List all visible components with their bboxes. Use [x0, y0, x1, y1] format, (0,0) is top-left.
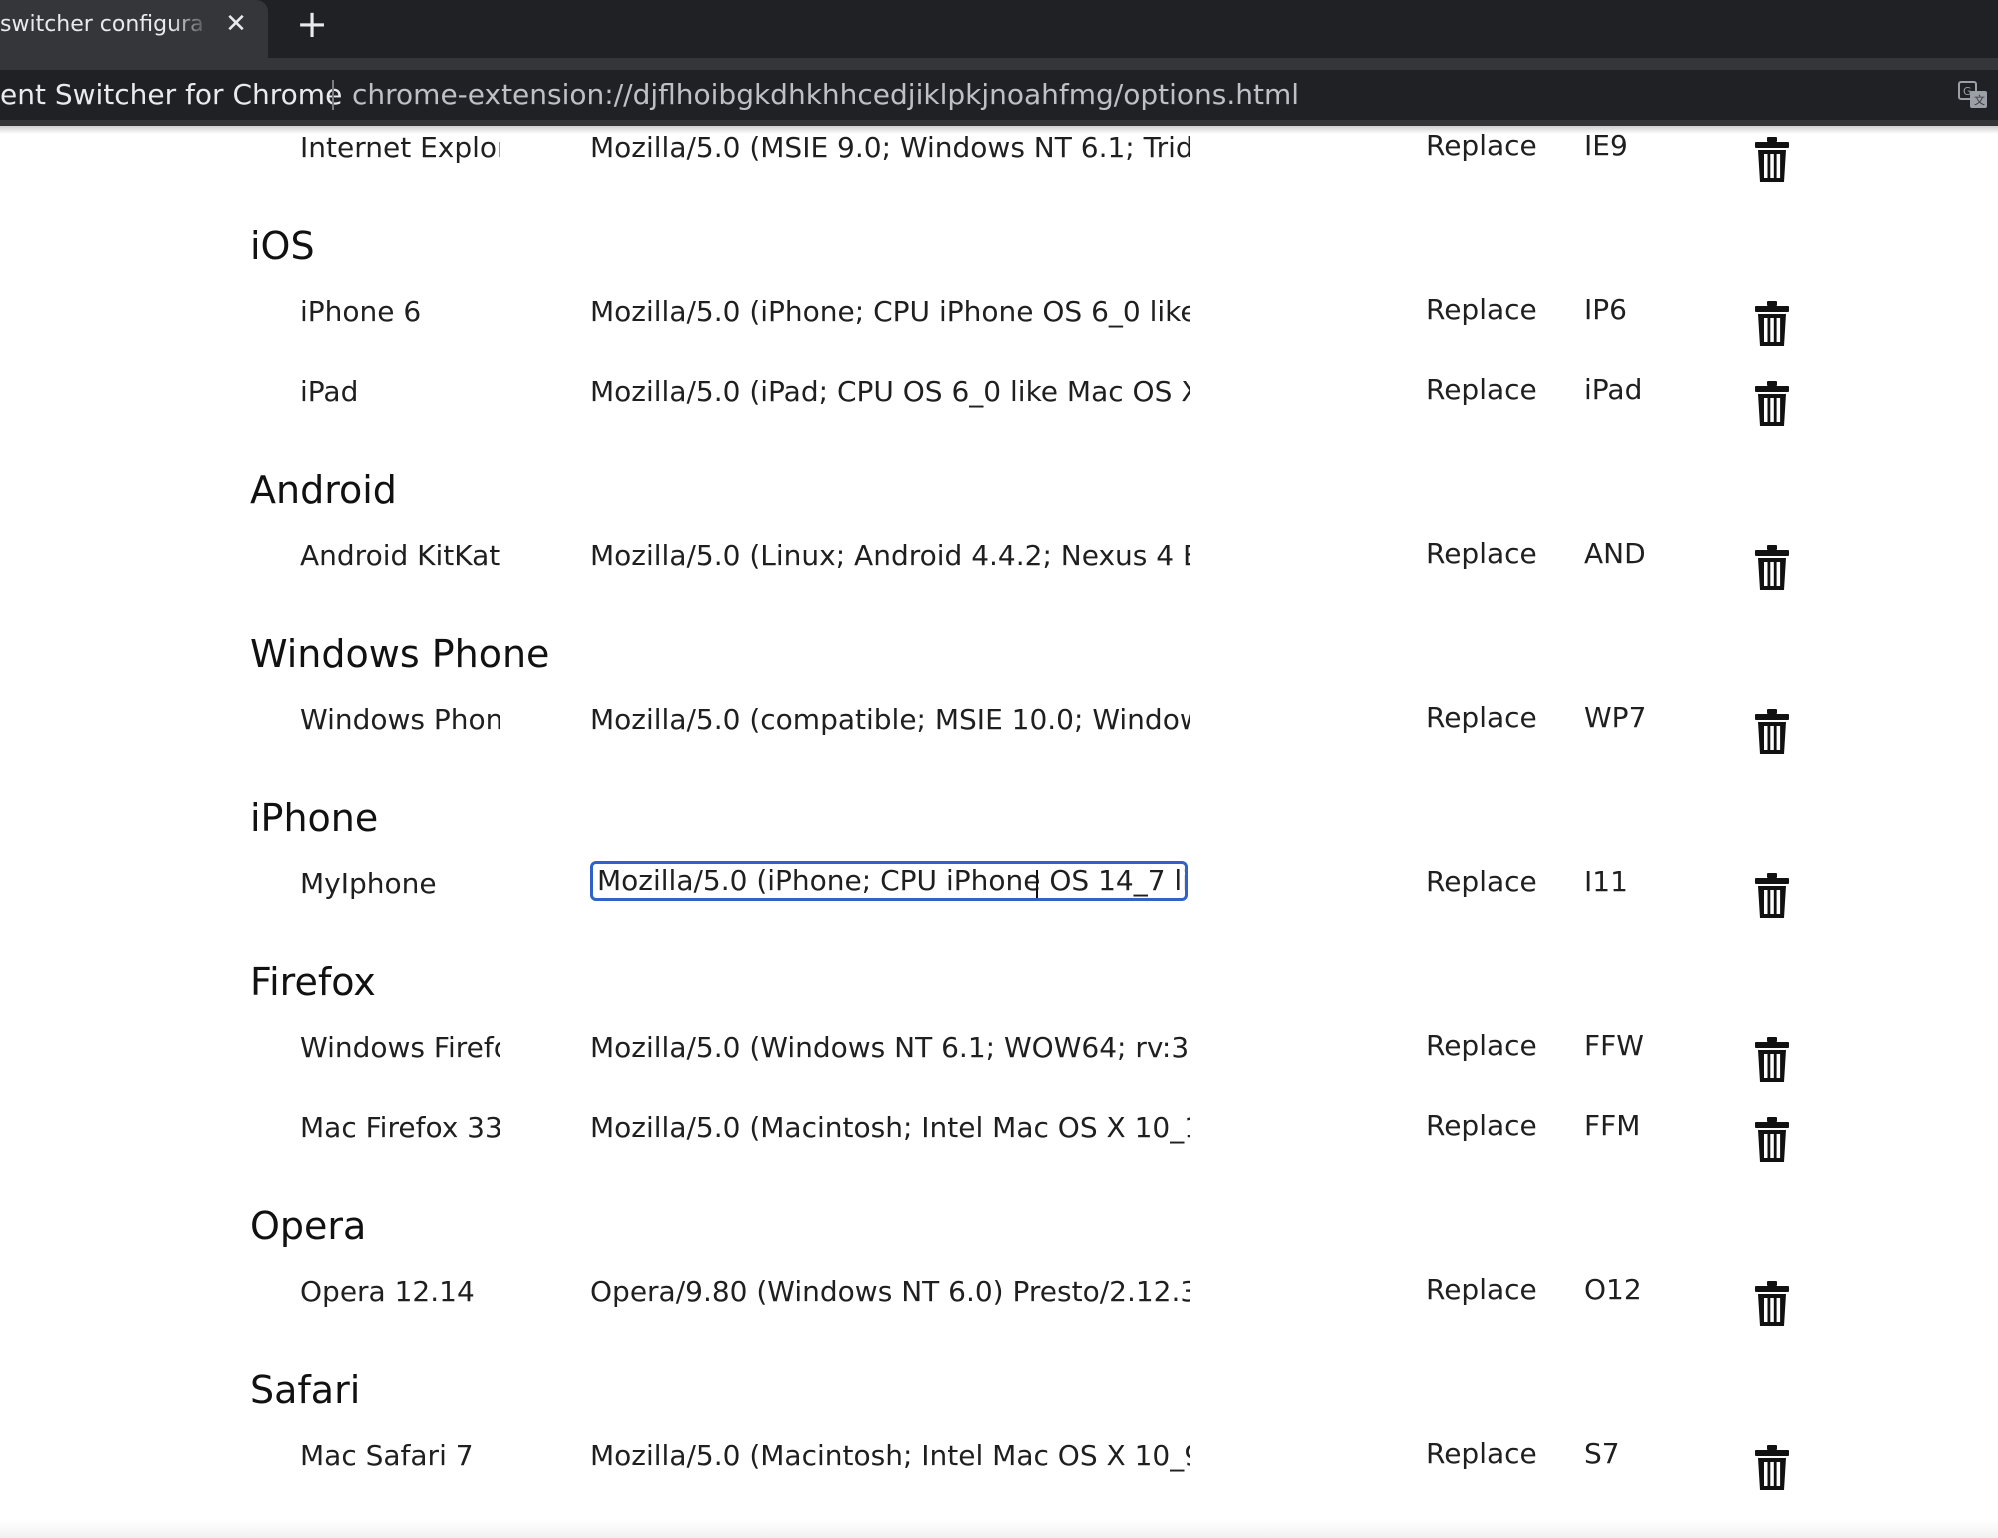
agent-name-field[interactable]: iPad	[300, 372, 500, 412]
group-heading: Firefox	[250, 960, 376, 1004]
agent-string-field[interactable]: Mozilla/5.0 (Macintosh; Intel Mac OS X 1…	[590, 1436, 1190, 1476]
agent-string-field[interactable]: Opera/9.80 (Windows NT 6.0) Presto/2.12.…	[590, 1272, 1190, 1312]
agent-behavior-select[interactable]: Replace	[1426, 126, 1537, 166]
agent-name-field[interactable]: Android KitKat	[300, 536, 500, 576]
trash-icon[interactable]	[1754, 1036, 1790, 1084]
text-caret	[1036, 870, 1038, 898]
close-icon[interactable]: ✕	[222, 8, 250, 40]
agent-string-text: Mozilla/5.0 (iPhone; CPU iPhone OS 14_7 …	[597, 864, 1185, 897]
trash-icon[interactable]	[1754, 708, 1790, 756]
agent-behavior-select[interactable]: Replace	[1426, 370, 1537, 410]
group-heading: Android	[250, 468, 397, 512]
agent-flag-field[interactable]: O12	[1584, 1270, 1674, 1310]
group-heading: iOS	[250, 224, 315, 268]
agent-string-field[interactable]: Mozilla/5.0 (MSIE 9.0; Windows NT 6.1; T…	[590, 128, 1190, 168]
agent-flag-field[interactable]: IE9	[1584, 126, 1674, 166]
trash-icon[interactable]	[1754, 1116, 1790, 1164]
plus-icon[interactable]: +	[294, 4, 330, 44]
agent-string-field[interactable]: Mozilla/5.0 (iPhone; CPU iPhone OS 6_0 l…	[590, 292, 1190, 332]
group-heading: Windows Phone	[250, 632, 550, 676]
agent-behavior-select[interactable]: Replace	[1426, 1026, 1537, 1066]
agent-name-field[interactable]: Windows Firefo	[300, 1028, 500, 1068]
agent-string-field[interactable]: Mozilla/5.0 (Linux; Android 4.4.2; Nexus…	[590, 536, 1190, 576]
trash-icon[interactable]	[1754, 1280, 1790, 1328]
agent-flag-field[interactable]: WP7	[1584, 698, 1674, 738]
agent-string-input[interactable]: Mozilla/5.0 (iPhone; CPU iPhone OS 14_7 …	[590, 861, 1188, 901]
agent-flag-field[interactable]: IP6	[1584, 290, 1674, 330]
agent-string-field[interactable]: Mozilla/5.0 (Windows NT 6.1; WOW64; rv:3…	[590, 1028, 1190, 1068]
group-heading: Safari	[250, 1368, 361, 1412]
agent-flag-field[interactable]: FFM	[1584, 1106, 1674, 1146]
group-heading: Opera	[250, 1204, 367, 1248]
agent-flag-field[interactable]: FFW	[1584, 1026, 1674, 1066]
agent-name-field[interactable]: Mac Safari 7	[300, 1436, 500, 1476]
tab-strip: switcher configura ✕ +	[0, 0, 1998, 58]
agent-name-field[interactable]: Mac Firefox 33	[300, 1108, 500, 1148]
tab-title-fade	[170, 8, 212, 42]
extension-site-name: ent Switcher for Chrome	[0, 78, 343, 111]
agent-behavior-select[interactable]: Replace	[1426, 1434, 1537, 1474]
url-separator	[332, 80, 334, 110]
trash-icon[interactable]	[1754, 136, 1790, 184]
agent-name-field[interactable]: Internet Explore	[300, 128, 500, 168]
agent-name-field[interactable]: MyIphone	[300, 864, 500, 904]
agent-name-field[interactable]: Windows Phone	[300, 700, 500, 740]
agent-string-field[interactable]: Mozilla/5.0 (compatible; MSIE 10.0; Wind…	[590, 700, 1190, 740]
agent-flag-field[interactable]: iPad	[1584, 370, 1674, 410]
url-text[interactable]: chrome-extension://djflhoibgkdhkhhcedjik…	[352, 78, 1299, 112]
agent-string-field[interactable]: Mozilla/5.0 (Macintosh; Intel Mac OS X 1…	[590, 1108, 1190, 1148]
trash-icon[interactable]	[1754, 1444, 1790, 1492]
svg-text:G: G	[1963, 85, 1972, 98]
active-tab[interactable]: switcher configura ✕	[0, 0, 268, 58]
svg-text:文: 文	[1974, 93, 1985, 107]
agent-name-field[interactable]: Opera 12.14	[300, 1272, 500, 1312]
translate-icon[interactable]: G 文	[1958, 80, 1988, 110]
bottom-fade	[0, 1520, 1998, 1538]
agent-string-field[interactable]: Mozilla/5.0 (iPad; CPU OS 6_0 like Mac O…	[590, 372, 1190, 412]
agent-behavior-select[interactable]: Replace	[1426, 1106, 1537, 1146]
agent-behavior-select[interactable]: Replace	[1426, 698, 1537, 738]
agent-flag-field[interactable]: AND	[1584, 534, 1674, 574]
agent-name-field[interactable]: iPhone 6	[300, 292, 500, 332]
trash-icon[interactable]	[1754, 300, 1790, 348]
agent-behavior-select[interactable]: Replace	[1426, 534, 1537, 574]
agent-flag-field[interactable]: I11	[1584, 862, 1674, 902]
trash-icon[interactable]	[1754, 544, 1790, 592]
trash-icon[interactable]	[1754, 380, 1790, 428]
trash-icon[interactable]	[1754, 872, 1790, 920]
agent-behavior-select[interactable]: Replace	[1426, 290, 1537, 330]
group-heading: iPhone	[250, 796, 379, 840]
agent-behavior-select[interactable]: Replace	[1426, 862, 1537, 902]
agent-flag-field[interactable]: S7	[1584, 1434, 1674, 1474]
agent-behavior-select[interactable]: Replace	[1426, 1270, 1537, 1310]
